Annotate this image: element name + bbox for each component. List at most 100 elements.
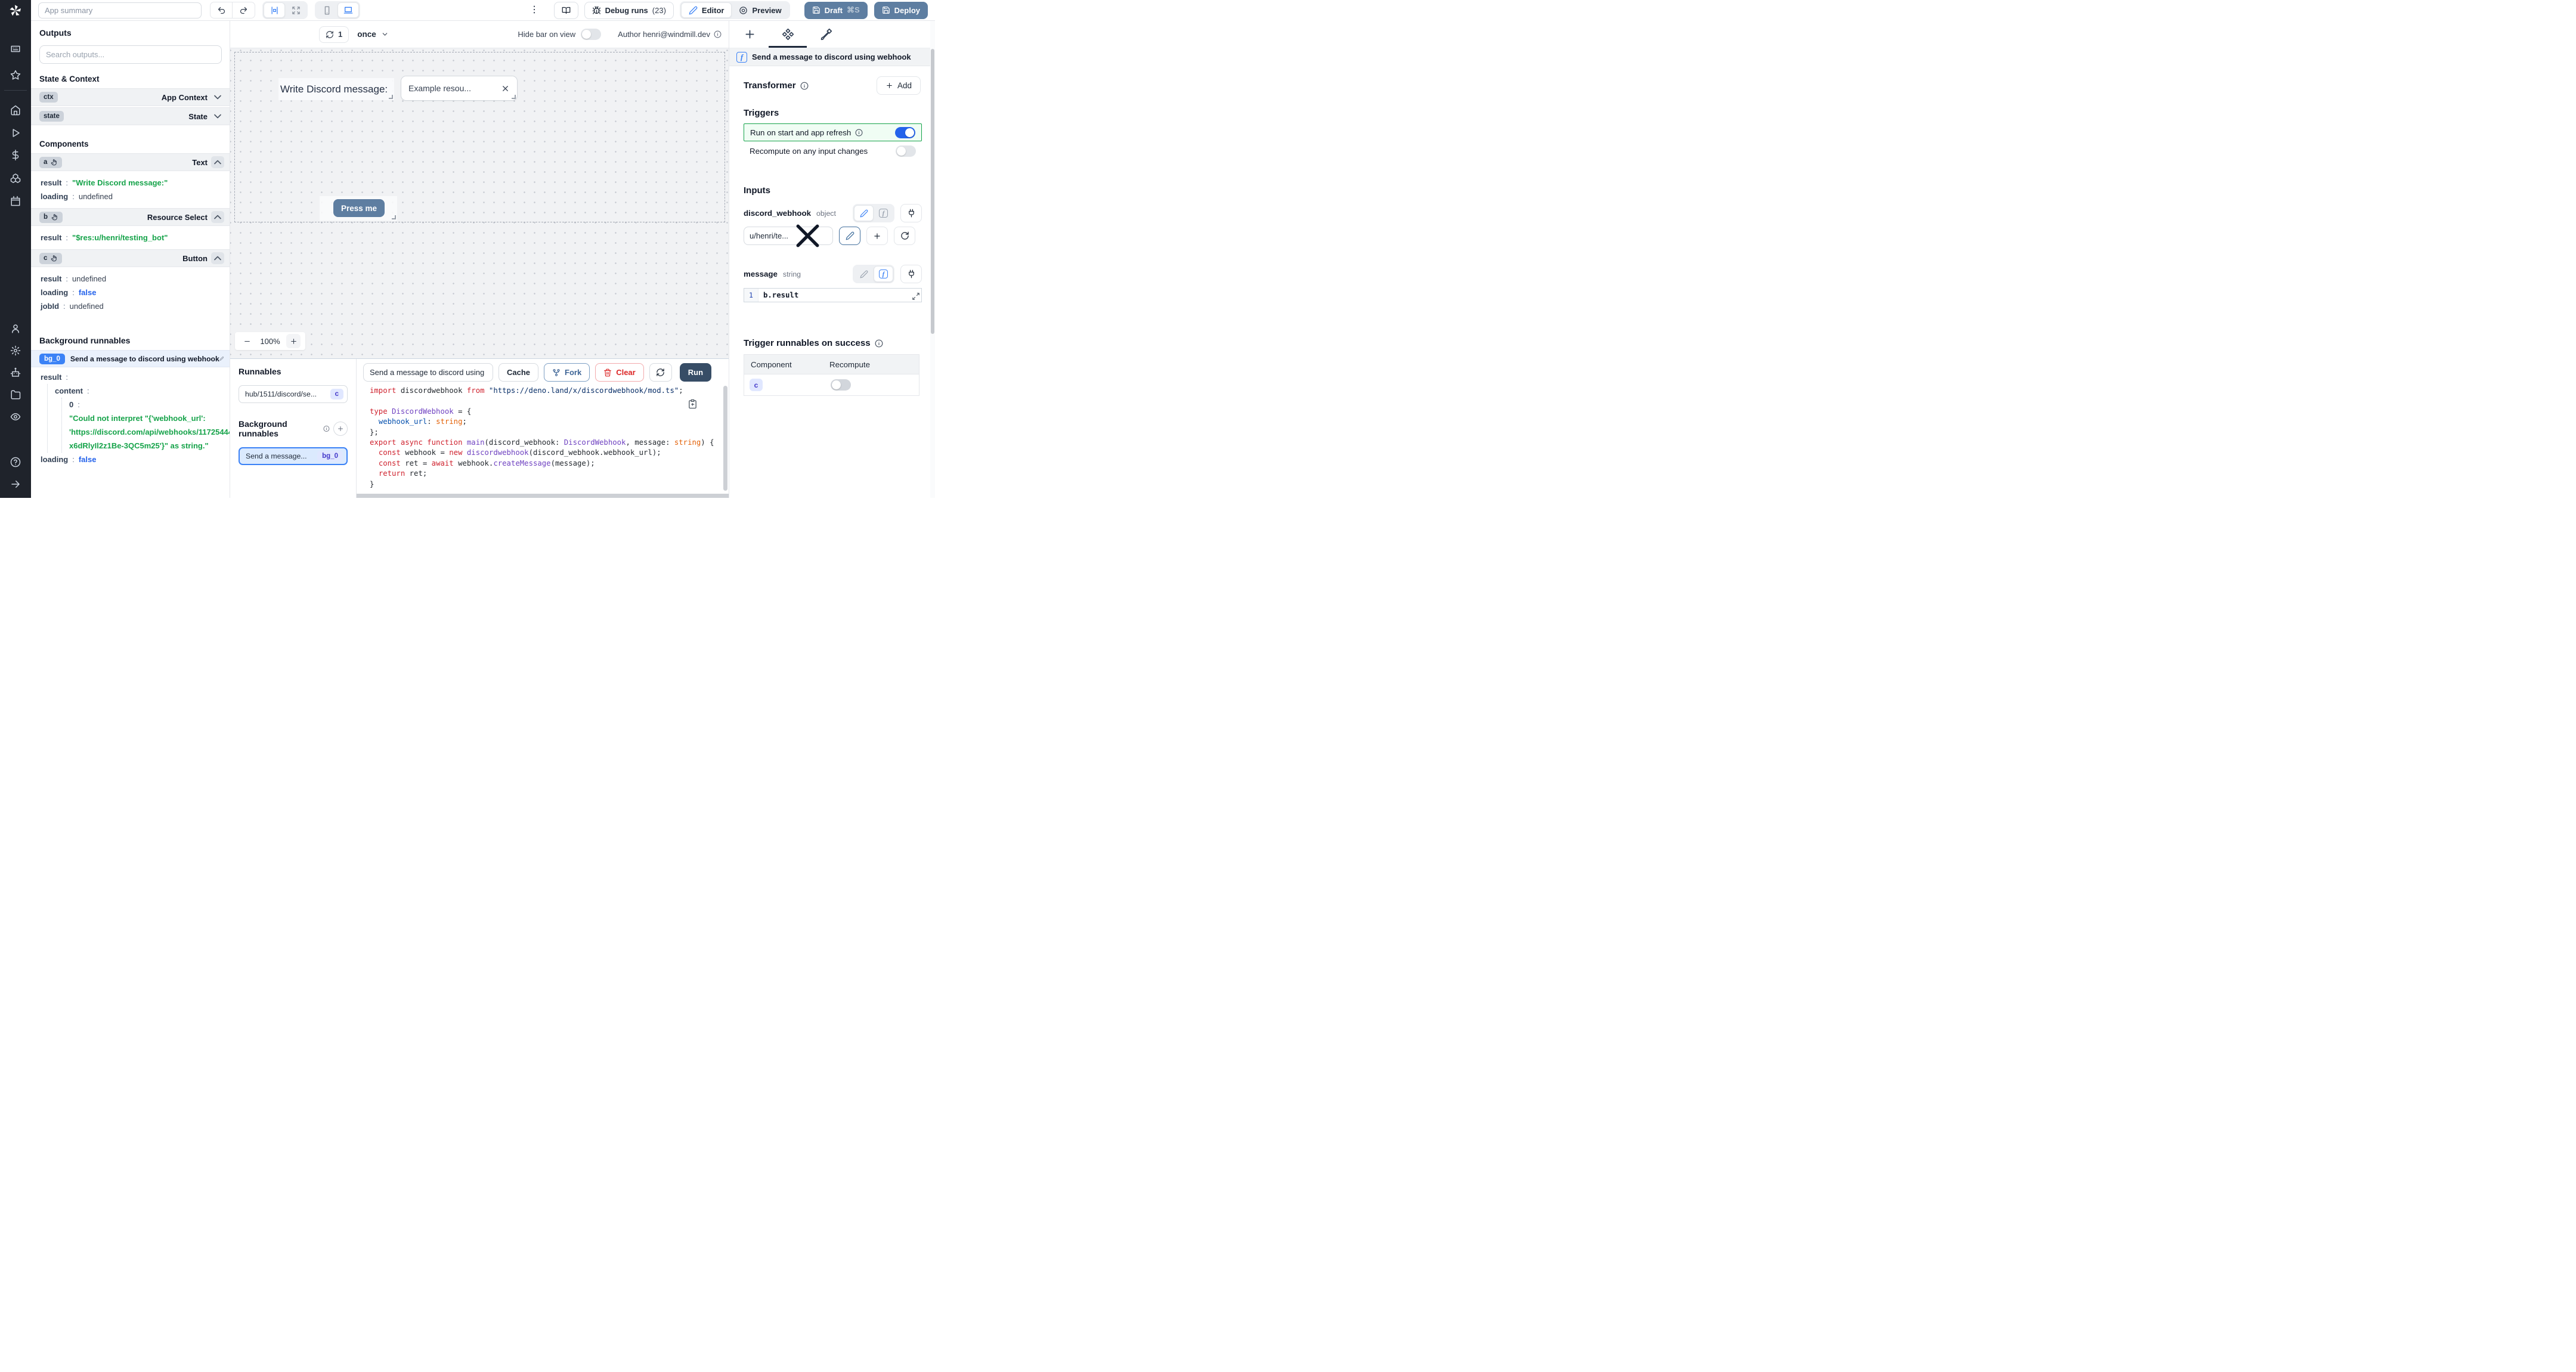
workers-bot-icon[interactable]	[10, 367, 21, 378]
debug-runs-button[interactable]: Debug runs (23)	[584, 1, 674, 19]
ctx-badge: ctx	[39, 92, 58, 103]
component-a-header[interactable]: a Text	[31, 153, 230, 171]
text-widget[interactable]: Write Discord message:	[278, 78, 394, 100]
redo-button[interactable]	[233, 2, 255, 18]
fork-button[interactable]: Fork	[544, 363, 590, 382]
info-icon[interactable]	[323, 425, 330, 432]
desktop-view-button[interactable]	[338, 2, 359, 18]
info-icon[interactable]	[714, 30, 722, 38]
resource-select-widget[interactable]: Example resou...	[401, 76, 518, 101]
recompute-toggle[interactable]	[896, 145, 916, 157]
info-icon[interactable]	[800, 82, 809, 90]
window-scrollbar[interactable]	[930, 21, 935, 498]
expand-diagonal-icon[interactable]	[912, 292, 920, 301]
resize-handle-icon[interactable]	[389, 95, 393, 99]
more-menu-button[interactable]	[529, 4, 541, 16]
bg-runnable-item-selected[interactable]: Send a message... bg_0	[239, 447, 348, 465]
copy-code-icon[interactable]	[688, 399, 698, 409]
gear-icon[interactable]	[10, 345, 21, 356]
bottom-horizontal-scrollbar[interactable]	[357, 494, 729, 498]
edit-resource-button[interactable]	[839, 227, 860, 245]
run-on-start-toggle[interactable]	[895, 126, 915, 138]
message-expr-editor[interactable]: 1 b.result	[744, 288, 922, 302]
refresh-resource-button[interactable]	[894, 227, 915, 245]
zoom-in-button[interactable]	[286, 334, 301, 348]
app-summary-input[interactable]	[38, 2, 202, 18]
zoom-out-button[interactable]	[240, 334, 254, 348]
undo-button[interactable]	[210, 2, 233, 18]
recompute-c-toggle[interactable]	[831, 379, 851, 391]
scrollbar-thumb[interactable]	[931, 49, 934, 334]
center-layout-button[interactable]	[264, 2, 285, 18]
tab-component-icon[interactable]	[782, 28, 794, 41]
bg0-row[interactable]: bg_0 Send a message to discord using web…	[31, 350, 230, 367]
info-icon[interactable]	[855, 129, 863, 137]
mobile-view-button[interactable]	[316, 2, 338, 18]
home-icon[interactable]	[10, 105, 21, 116]
keyboard-icon[interactable]	[10, 44, 21, 54]
close-icon[interactable]	[501, 84, 510, 93]
windmill-logo-icon[interactable]	[8, 3, 23, 18]
run-button[interactable]: Run	[679, 363, 712, 382]
add-transformer-button[interactable]: Add	[876, 76, 921, 95]
connect-plug-button[interactable]	[900, 265, 922, 283]
audit-eye-icon[interactable]	[10, 411, 21, 422]
user-icon[interactable]	[10, 323, 21, 334]
expand-sidebar-arrow-icon[interactable]	[10, 479, 21, 490]
refresh-count-button[interactable]: 1	[319, 26, 349, 43]
fullscreen-button[interactable]	[285, 2, 306, 18]
tab-preview[interactable]: Preview	[732, 2, 788, 18]
chevron-up-icon[interactable]	[211, 252, 224, 264]
chevron-down-icon[interactable]	[211, 110, 224, 122]
resources-boxes-icon[interactable]	[10, 173, 21, 184]
add-bg-runnable-button[interactable]	[333, 422, 348, 436]
chevron-up-icon[interactable]	[211, 156, 224, 168]
refresh-icon	[326, 30, 334, 39]
component-b-header[interactable]: b Resource Select	[31, 208, 230, 226]
star-icon[interactable]	[10, 70, 21, 80]
component-b-props: result: "$res:u/henri/testing_bot"	[31, 227, 230, 249]
draft-button[interactable]: Draft ⌘S	[804, 1, 868, 19]
eval-mode-button[interactable]: f	[874, 266, 893, 282]
tab-insert-plus-icon[interactable]	[744, 28, 756, 41]
tab-style-brush-icon[interactable]	[820, 28, 832, 41]
code-editor[interactable]: import discordwebhook from "https://deno…	[363, 386, 729, 491]
ctx-row[interactable]: ctx App Context	[31, 88, 230, 106]
help-icon[interactable]	[10, 457, 21, 467]
app-canvas[interactable]: Write Discord message: Example resou... …	[230, 48, 729, 358]
code-vertical-scrollbar[interactable]	[723, 386, 727, 491]
folders-icon[interactable]	[10, 389, 21, 400]
connect-plug-button[interactable]	[900, 204, 922, 222]
info-icon[interactable]	[875, 339, 883, 348]
button-widget[interactable]: Press me	[320, 196, 397, 221]
runnable-name-input[interactable]	[363, 363, 493, 382]
close-icon[interactable]	[788, 216, 827, 255]
cache-button[interactable]: Cache	[499, 363, 539, 382]
static-mode-button[interactable]	[854, 266, 874, 282]
runnable-item[interactable]: hub/1511/discord/se... c	[239, 385, 348, 403]
refresh-code-button[interactable]	[649, 363, 672, 382]
chevron-down-icon[interactable]	[211, 91, 224, 103]
resource-value-select[interactable]: u/henri/te...	[744, 224, 833, 247]
runs-play-icon[interactable]	[10, 128, 21, 138]
pencil-icon[interactable]	[219, 355, 224, 362]
schedules-calendar-icon[interactable]	[10, 196, 21, 206]
hide-bar-toggle[interactable]	[581, 29, 602, 40]
resize-handle-icon[interactable]	[392, 215, 396, 219]
clear-button[interactable]: Clear	[595, 363, 644, 382]
resize-handle-icon[interactable]	[512, 95, 516, 99]
deploy-button[interactable]: Deploy	[874, 1, 928, 19]
tab-editor[interactable]: Editor	[680, 2, 732, 18]
variables-dollar-icon[interactable]	[10, 150, 21, 160]
component-c-header[interactable]: c Button	[31, 249, 230, 267]
static-mode-button[interactable]	[854, 205, 874, 221]
schedule-dropdown[interactable]: once	[357, 30, 389, 39]
search-outputs-input[interactable]	[39, 45, 222, 64]
chevron-up-icon[interactable]	[211, 211, 224, 223]
add-resource-button[interactable]	[866, 227, 888, 245]
docs-button[interactable]	[553, 1, 578, 19]
state-row[interactable]: state State	[31, 107, 230, 125]
eval-mode-button[interactable]: f	[874, 205, 893, 221]
component-settings-panel: f Send a message to discord using webhoo…	[729, 21, 930, 498]
press-me-button[interactable]: Press me	[333, 199, 385, 217]
